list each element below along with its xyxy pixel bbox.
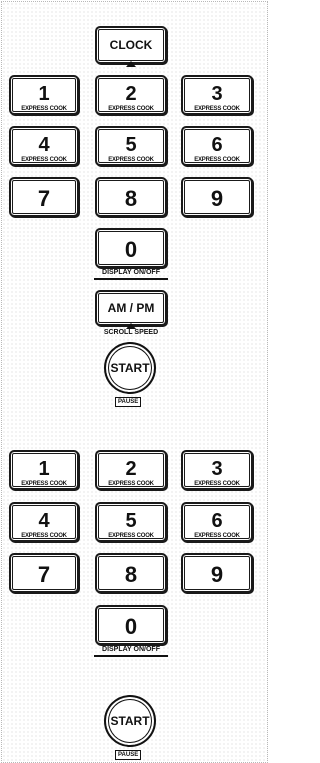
key-0-digit: 0 bbox=[124, 237, 138, 262]
am-pm-label: AM / PM bbox=[107, 301, 155, 315]
display-on-off-label: DISPLAY ON/OFF bbox=[102, 269, 160, 276]
key-8-digit: 8 bbox=[124, 186, 138, 211]
key-0-digit: 0 bbox=[124, 614, 138, 639]
key-9[interactable]: 9 bbox=[181, 177, 253, 217]
express-cook-label: EXPRESS COOK bbox=[21, 157, 67, 163]
express-cook-label: EXPRESS COOK bbox=[194, 481, 240, 487]
key-1-digit: 1 bbox=[38, 83, 50, 105]
express-cook-label: EXPRESS COOK bbox=[108, 106, 154, 112]
display-underline bbox=[94, 655, 168, 657]
key-4[interactable]: 4 EXPRESS COOK bbox=[9, 502, 79, 542]
clock-label: CLOCK bbox=[109, 38, 153, 52]
key-2[interactable]: 2 EXPRESS COOK bbox=[95, 75, 167, 115]
clock-button[interactable]: CLOCK bbox=[95, 26, 167, 64]
express-cook-label: EXPRESS COOK bbox=[194, 533, 240, 539]
express-cook-label: EXPRESS COOK bbox=[194, 157, 240, 163]
key-0[interactable]: 0 bbox=[95, 605, 167, 645]
key-8[interactable]: 8 bbox=[95, 553, 167, 593]
express-cook-label: EXPRESS COOK bbox=[21, 106, 67, 112]
express-cook-label: EXPRESS COOK bbox=[21, 533, 67, 539]
express-cook-label: EXPRESS COOK bbox=[108, 481, 154, 487]
key-5[interactable]: 5 EXPRESS COOK bbox=[95, 502, 167, 542]
key-6[interactable]: 6 EXPRESS COOK bbox=[181, 126, 253, 166]
display-underline bbox=[94, 278, 168, 280]
key-5[interactable]: 5 EXPRESS COOK bbox=[95, 126, 167, 166]
key-6[interactable]: 6 EXPRESS COOK bbox=[181, 502, 253, 542]
display-on-off-label: DISPLAY ON/OFF bbox=[102, 646, 160, 653]
key-4-digit: 4 bbox=[38, 510, 50, 532]
scroll-speed-label: SCROLL SPEED bbox=[103, 329, 159, 336]
key-2-digit: 2 bbox=[125, 83, 137, 105]
am-pm-button[interactable]: AM / PM bbox=[95, 290, 167, 326]
triangle-up-icon bbox=[126, 61, 136, 67]
express-cook-label: EXPRESS COOK bbox=[108, 157, 154, 163]
key-7[interactable]: 7 bbox=[9, 553, 79, 593]
pause-label: PAUSE bbox=[115, 750, 142, 760]
start-label: START bbox=[110, 714, 150, 728]
pause-label: PAUSE bbox=[115, 397, 142, 407]
key-3-digit: 3 bbox=[211, 83, 223, 105]
key-7-digit: 7 bbox=[37, 562, 51, 587]
key-8[interactable]: 8 bbox=[95, 177, 167, 217]
keypad-panel: CLOCK 1 EXPRESS COOK 2 EXPRESS COOK 3 EX… bbox=[1, 1, 268, 763]
key-7[interactable]: 7 bbox=[9, 177, 79, 217]
start-label: START bbox=[110, 361, 150, 375]
key-3[interactable]: 3 EXPRESS COOK bbox=[181, 75, 253, 115]
key-3-digit: 3 bbox=[211, 458, 223, 480]
express-cook-label: EXPRESS COOK bbox=[21, 481, 67, 487]
key-7-digit: 7 bbox=[37, 186, 51, 211]
express-cook-label: EXPRESS COOK bbox=[194, 106, 240, 112]
key-1[interactable]: 1 EXPRESS COOK bbox=[9, 75, 79, 115]
start-button[interactable]: START bbox=[104, 695, 156, 747]
key-0[interactable]: 0 bbox=[95, 228, 167, 268]
key-4[interactable]: 4 EXPRESS COOK bbox=[9, 126, 79, 166]
key-5-digit: 5 bbox=[125, 134, 137, 156]
key-8-digit: 8 bbox=[124, 562, 138, 587]
key-1[interactable]: 1 EXPRESS COOK bbox=[9, 450, 79, 490]
key-3[interactable]: 3 EXPRESS COOK bbox=[181, 450, 253, 490]
key-6-digit: 6 bbox=[211, 134, 223, 156]
key-9-digit: 9 bbox=[210, 186, 224, 211]
key-4-digit: 4 bbox=[38, 134, 50, 156]
key-5-digit: 5 bbox=[125, 510, 137, 532]
key-1-digit: 1 bbox=[38, 458, 50, 480]
key-9[interactable]: 9 bbox=[181, 553, 253, 593]
key-9-digit: 9 bbox=[210, 562, 224, 587]
key-2-digit: 2 bbox=[125, 458, 137, 480]
key-2[interactable]: 2 EXPRESS COOK bbox=[95, 450, 167, 490]
start-button[interactable]: START bbox=[104, 342, 156, 394]
key-6-digit: 6 bbox=[211, 510, 223, 532]
express-cook-label: EXPRESS COOK bbox=[108, 533, 154, 539]
